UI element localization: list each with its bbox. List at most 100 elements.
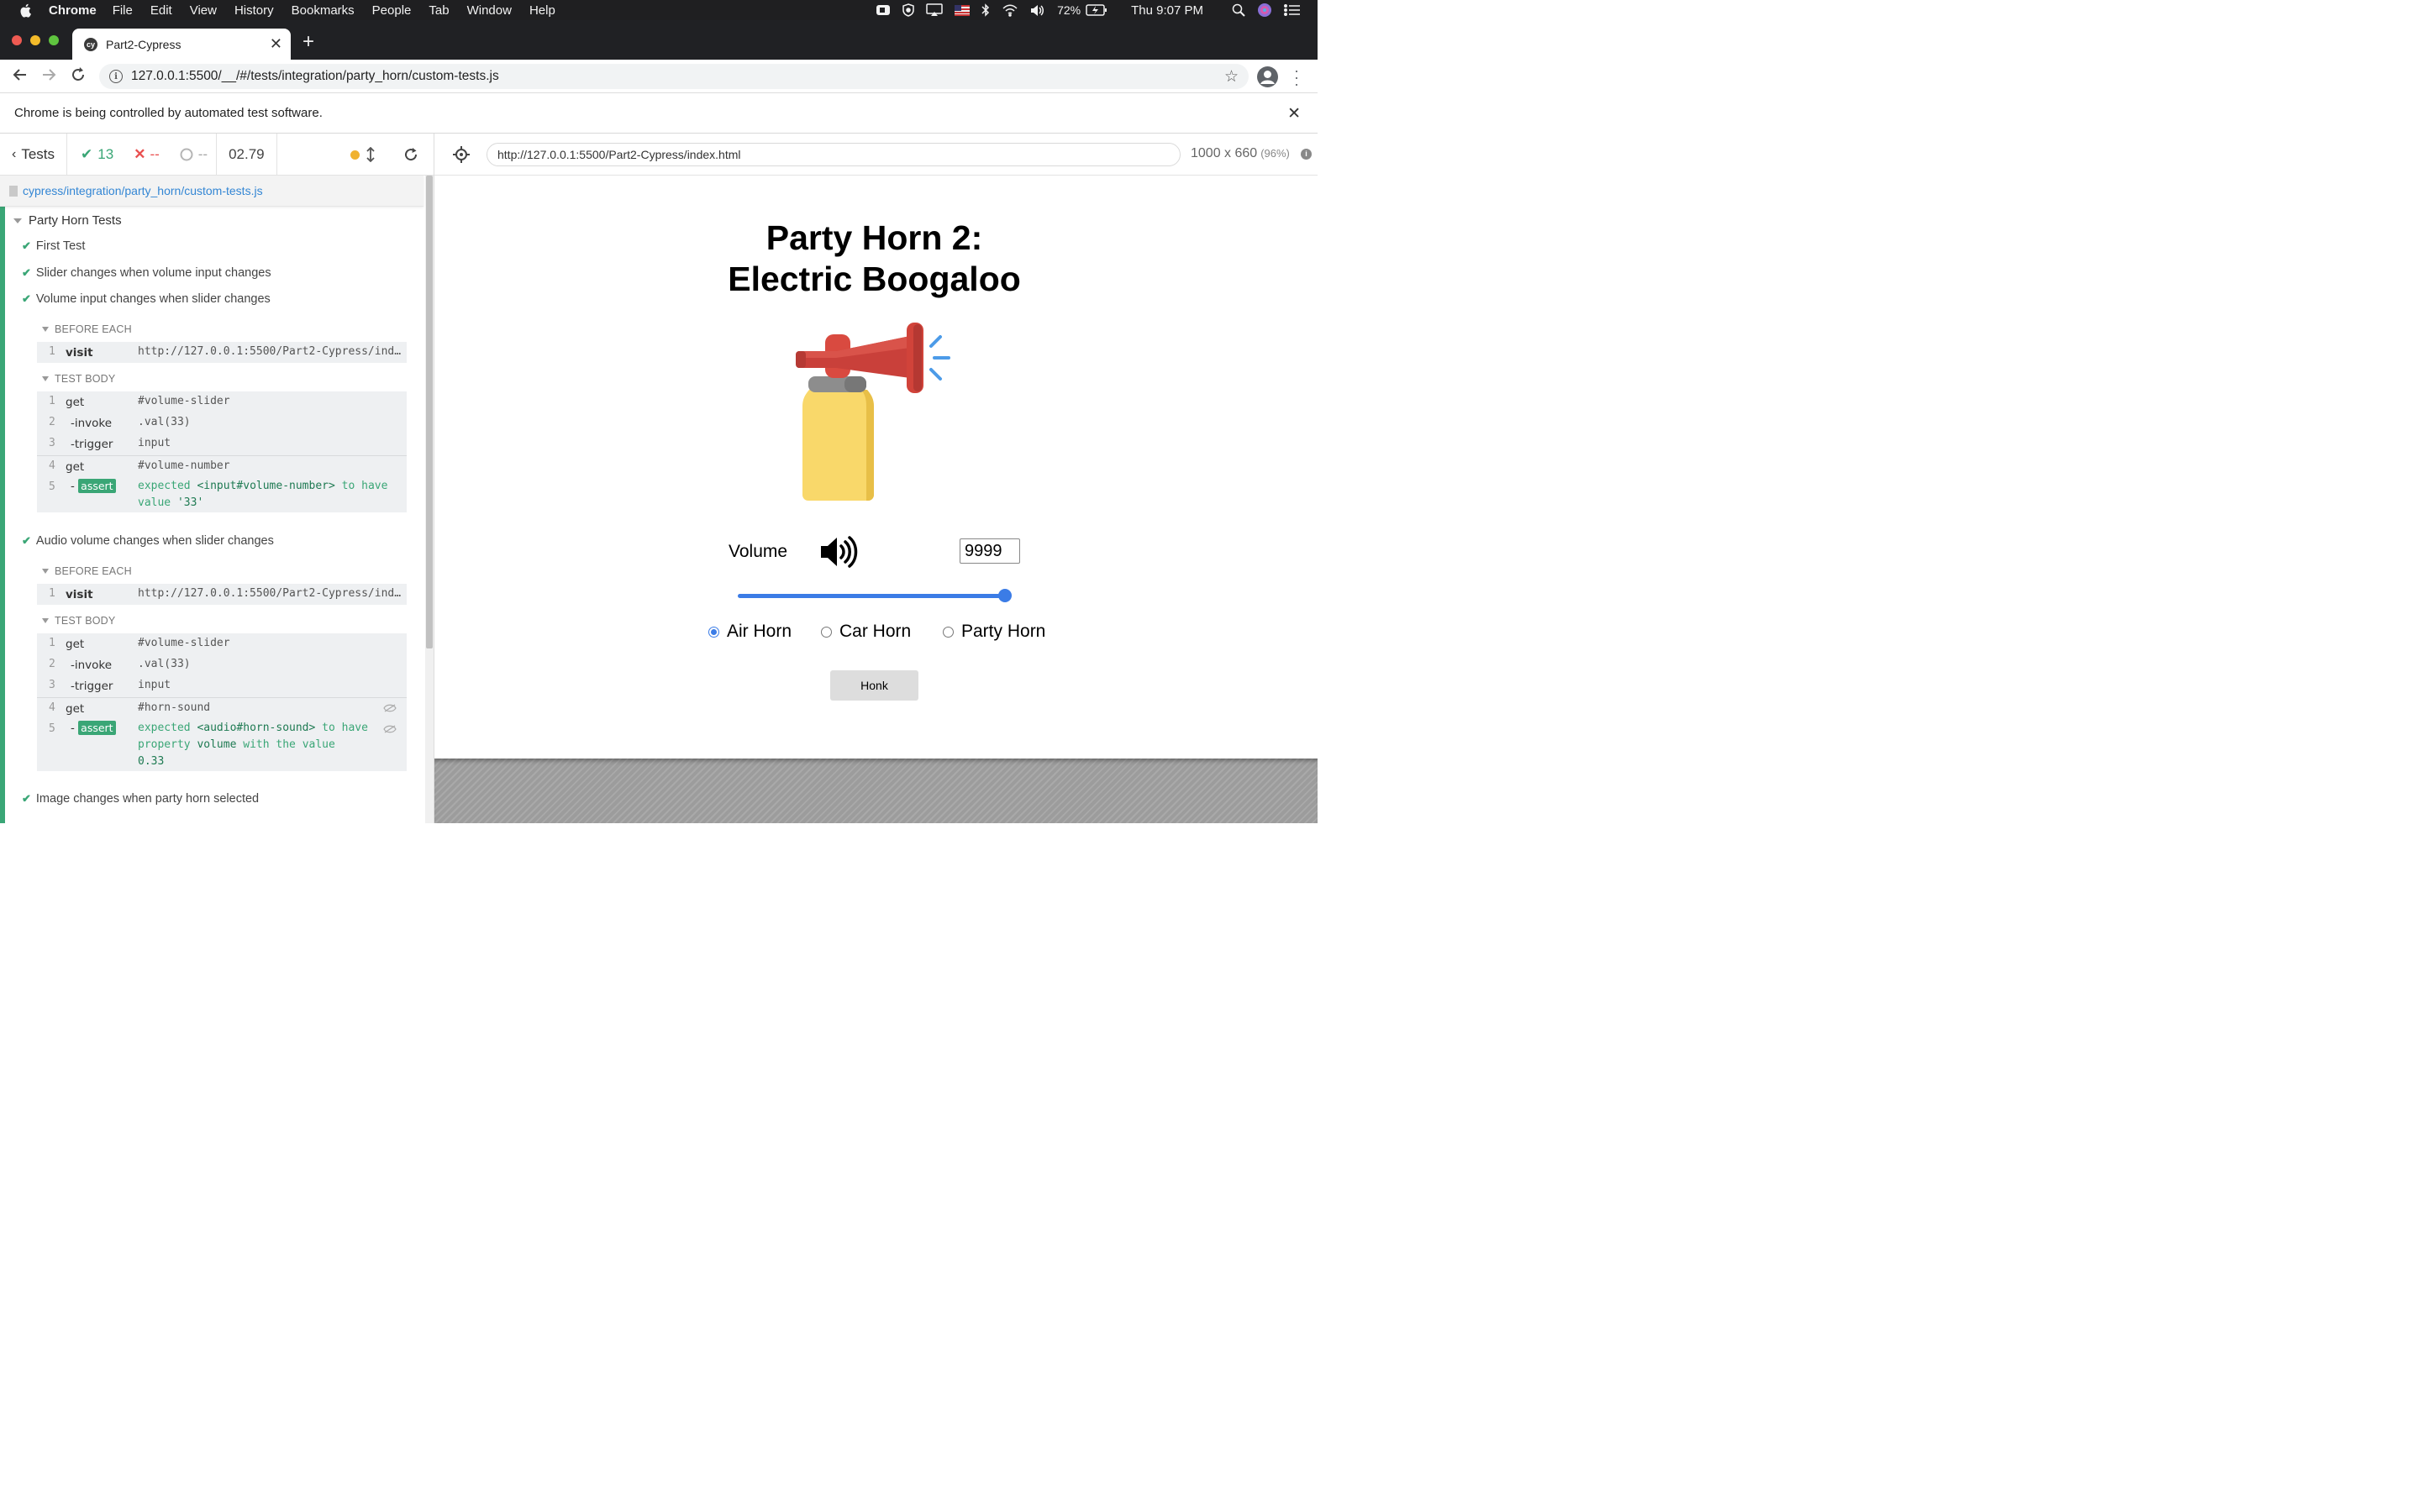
battery-charging-icon[interactable]: [1086, 4, 1107, 16]
forward-button[interactable]: [40, 66, 57, 83]
tab-title: Part2-Cypress: [106, 37, 182, 51]
camera-icon[interactable]: [876, 3, 891, 17]
volume-high-icon: [821, 536, 858, 568]
speaker-icon[interactable]: [1030, 4, 1045, 17]
aut-url-field[interactable]: http://127.0.0.1:5500/Part2-Cypress/inde…: [487, 143, 1181, 166]
airplay-icon[interactable]: [926, 3, 943, 17]
chevron-left-icon: ‹: [12, 146, 17, 161]
menu-view[interactable]: View: [190, 3, 217, 18]
reporter-controls: [350, 147, 418, 162]
menubar-clock[interactable]: Thu 9:07 PM: [1131, 3, 1203, 18]
menu-people[interactable]: People: [372, 3, 412, 18]
chrome-tab-strip: cy Part2-Cypress ✕ +: [0, 20, 1318, 60]
hook-before-each[interactable]: BEFORE EACH: [42, 565, 132, 577]
command-name: visit: [66, 588, 93, 601]
honk-button[interactable]: Honk: [830, 670, 918, 701]
siri-icon[interactable]: [1257, 3, 1272, 18]
minimize-window-button[interactable]: [30, 35, 40, 45]
command-row[interactable]: 3 -trigger input: [37, 675, 407, 696]
scrollbar-thumb[interactable]: [426, 176, 433, 648]
site-info-icon[interactable]: i: [109, 70, 123, 83]
menu-help[interactable]: Help: [529, 3, 555, 18]
tests-button[interactable]: ‹ Tests: [0, 134, 66, 176]
reload-button[interactable]: [70, 66, 87, 83]
assert-text: expected: [138, 722, 191, 734]
hook-label: TEST BODY: [55, 373, 116, 385]
check-icon: ✔: [22, 534, 31, 547]
bookmark-star-icon[interactable]: ☆: [1224, 67, 1239, 87]
hook-label: TEST BODY: [55, 615, 116, 627]
back-button[interactable]: [12, 66, 29, 83]
radio-selected-icon[interactable]: [708, 626, 719, 638]
volume-number-input[interactable]: 9999: [960, 538, 1020, 564]
test-first-test[interactable]: ✔ First Test: [22, 239, 85, 253]
command-row[interactable]: 3 -trigger input: [37, 433, 407, 454]
radio-air-horn[interactable]: Air Horn: [708, 622, 792, 642]
command-row[interactable]: 2 -invoke .val(33): [37, 412, 407, 433]
command-row[interactable]: 4 get #volume-number: [37, 456, 407, 477]
hook-before-each[interactable]: BEFORE EACH: [42, 323, 132, 335]
apple-icon[interactable]: [18, 3, 32, 18]
viewport-info-icon[interactable]: i: [1301, 149, 1312, 160]
volume-slider[interactable]: [738, 588, 1012, 603]
infobar-close-icon[interactable]: ✕: [1287, 104, 1301, 123]
shield-icon[interactable]: [902, 3, 914, 17]
assert-row[interactable]: 5 - assert expected <input#volume-number…: [37, 477, 407, 512]
menu-bookmarks[interactable]: Bookmarks: [292, 3, 355, 18]
spec-path-link[interactable]: cypress/integration/party_horn/custom-te…: [23, 184, 263, 197]
command-message: input: [138, 679, 171, 691]
assert-subject: <input#volume-number>: [197, 480, 335, 492]
rerun-tests-icon[interactable]: [403, 147, 418, 162]
assert-row[interactable]: 5 - assert expected <audio#horn-sound> t…: [37, 719, 407, 771]
assert-value: 0.33: [138, 755, 165, 768]
wifi-icon[interactable]: [1002, 4, 1018, 17]
radio-unselected-icon[interactable]: [821, 626, 832, 638]
browser-tab[interactable]: cy Part2-Cypress ✕: [72, 29, 291, 60]
test-slider-changes[interactable]: ✔ Slider changes when volume input chang…: [22, 266, 271, 280]
bluetooth-icon[interactable]: [981, 3, 990, 17]
hook-test-body[interactable]: TEST BODY: [42, 615, 115, 627]
profile-avatar-icon[interactable]: [1257, 66, 1278, 87]
command-log-reporter: cypress/integration/party_horn/custom-te…: [0, 176, 434, 823]
runner-header: http://127.0.0.1:5500/Part2-Cypress/inde…: [434, 134, 1318, 176]
spec-file-path[interactable]: cypress/integration/party_horn/custom-te…: [0, 176, 424, 207]
radio-unselected-icon[interactable]: [943, 626, 954, 638]
us-flag-icon[interactable]: [955, 4, 971, 16]
radio-party-horn[interactable]: Party Horn: [943, 622, 1045, 642]
hook-test-body[interactable]: TEST BODY: [42, 373, 115, 385]
new-tab-button[interactable]: +: [302, 32, 314, 52]
suite-party-horn-tests[interactable]: Party Horn Tests: [13, 213, 122, 228]
menu-edit[interactable]: Edit: [150, 3, 172, 18]
test-audio-volume-changes[interactable]: ✔ Audio volume changes when slider chang…: [22, 534, 274, 548]
command-row[interactable]: 1 visit http://127.0.0.1:5500/Part2-Cypr…: [37, 584, 407, 605]
test-volume-input-changes[interactable]: ✔ Volume input changes when slider chang…: [22, 292, 271, 306]
reporter-header: ‹ Tests ✔ 13 ✕ -- -- 02.79: [0, 133, 434, 176]
menu-file[interactable]: File: [113, 3, 133, 18]
command-name: -invoke: [71, 417, 113, 430]
chrome-menu-icon[interactable]: · · ·: [1294, 63, 1299, 92]
menu-window[interactable]: Window: [467, 3, 512, 18]
auto-scroll-toggle-icon[interactable]: [366, 147, 375, 162]
slider-thumb[interactable]: [998, 589, 1012, 602]
spotlight-search-icon[interactable]: [1232, 3, 1245, 17]
assert-text: to have: [341, 480, 388, 492]
radio-car-horn[interactable]: Car Horn: [821, 622, 911, 642]
command-row[interactable]: 1 get #volume-slider: [37, 391, 407, 412]
command-row[interactable]: 4 get #horn-sound: [37, 698, 407, 719]
command-row[interactable]: 1 get #volume-slider: [37, 633, 407, 654]
close-window-button[interactable]: [12, 35, 22, 45]
zoom-window-button[interactable]: [49, 35, 59, 45]
address-bar[interactable]: i 127.0.0.1:5500/__/#/tests/integration/…: [99, 64, 1249, 89]
tab-close-icon[interactable]: ✕: [270, 35, 282, 53]
reporter-scrollbar[interactable]: [425, 176, 434, 823]
menu-history[interactable]: History: [234, 3, 274, 18]
address-url[interactable]: 127.0.0.1:5500/__/#/tests/integration/pa…: [131, 69, 499, 84]
command-row[interactable]: 2 -invoke .val(33): [37, 654, 407, 675]
notification-center-icon[interactable]: [1284, 4, 1301, 16]
selector-playground-icon[interactable]: [453, 146, 470, 163]
menu-tab[interactable]: Tab: [429, 3, 449, 18]
test-image-changes[interactable]: ✔ Image changes when party horn selected: [22, 792, 259, 806]
menu-app-chrome[interactable]: Chrome: [49, 3, 97, 18]
command-row[interactable]: 1 visit http://127.0.0.1:5500/Part2-Cypr…: [37, 342, 407, 363]
command-number: 4: [49, 701, 55, 714]
